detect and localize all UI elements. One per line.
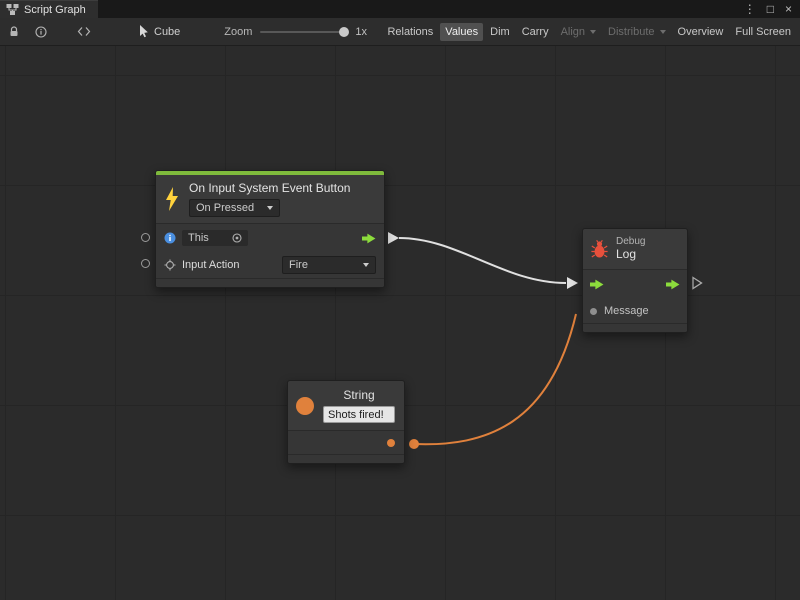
event-node-body: This Input Action Fire — [156, 223, 384, 278]
debug-flow-output-port[interactable] — [666, 279, 680, 290]
string-node-body — [288, 430, 404, 454]
relations-button[interactable]: Relations — [382, 23, 438, 41]
relations-label: Relations — [387, 26, 433, 38]
align-dropdown-button[interactable]: Align — [556, 23, 601, 41]
dim-button[interactable]: Dim — [485, 23, 515, 41]
flow-out-marker-icon[interactable] — [693, 278, 702, 289]
string-node-footer — [288, 454, 404, 463]
graph-toolbar: Cube Zoom 1x Relations Values Dim Carry … — [0, 18, 800, 46]
debug-node-title: Log — [616, 248, 645, 262]
string-node-header: String — [288, 381, 404, 430]
tab-script-graph[interactable]: Script Graph — [0, 0, 98, 18]
chevron-down-icon — [660, 30, 666, 34]
value-wire[interactable] — [414, 314, 576, 444]
event-node-title: On Input System Event Button — [189, 181, 350, 195]
carry-button[interactable]: Carry — [517, 23, 554, 41]
align-label: Align — [561, 26, 585, 38]
debug-flow-input-port[interactable] — [590, 279, 604, 290]
target-object-label[interactable]: Cube — [154, 26, 180, 38]
close-icon[interactable]: × — [785, 3, 792, 15]
distribute-dropdown-button[interactable]: Distribute — [603, 23, 670, 41]
info-badge-icon — [164, 232, 176, 244]
distribute-label: Distribute — [608, 26, 654, 38]
flow-wire[interactable] — [399, 238, 566, 283]
this-object-field[interactable]: This — [182, 230, 248, 246]
chevron-down-icon — [363, 263, 369, 267]
values-button[interactable]: Values — [440, 23, 483, 41]
window-titlebar: Script Graph ⋮ □ × — [0, 0, 800, 18]
event-type-value: On Pressed — [196, 202, 254, 214]
fullscreen-button[interactable]: Full Screen — [730, 23, 796, 41]
flow-wire-start-arrow[interactable] — [388, 232, 399, 244]
string-output-port[interactable] — [387, 439, 395, 447]
lock-icon[interactable] — [8, 26, 20, 38]
code-preview-icon[interactable] — [77, 26, 91, 37]
chevron-down-icon — [590, 30, 596, 34]
target-cursor-icon — [139, 25, 149, 38]
values-label: Values — [445, 26, 478, 38]
object-picker-icon[interactable] — [232, 233, 242, 243]
maximize-icon[interactable]: □ — [767, 3, 774, 15]
input-action-dropdown[interactable]: Fire — [282, 256, 376, 274]
chevron-down-icon — [267, 206, 273, 210]
input-action-row: Input Action Fire — [156, 252, 384, 278]
fullscreen-label: Full Screen — [735, 26, 791, 38]
bug-icon — [591, 240, 608, 259]
event-node-footer — [156, 278, 384, 287]
message-input-port[interactable] — [590, 308, 597, 315]
zoom-slider-handle[interactable] — [339, 27, 349, 37]
event-port-circle-this[interactable] — [141, 233, 150, 242]
zoom-value: 1x — [355, 26, 367, 38]
node-on-input-system-event-button[interactable]: On Input System Event Button On Pressed … — [155, 170, 385, 288]
string-type-icon — [296, 397, 314, 415]
lightning-icon — [164, 187, 180, 211]
node-debug-log[interactable]: Debug Log Message — [582, 228, 688, 333]
input-action-icon — [164, 259, 176, 271]
input-action-label: Input Action — [182, 259, 240, 271]
value-wire-start-dot[interactable] — [409, 439, 419, 449]
window-controls: ⋮ □ × — [744, 0, 800, 18]
event-type-dropdown[interactable]: On Pressed — [189, 199, 280, 217]
this-field-value: This — [188, 232, 209, 244]
toolbar-buttons: Relations Values Dim Carry Align Distrib… — [382, 23, 800, 41]
overview-label: Overview — [678, 26, 724, 38]
event-port-circle-action[interactable] — [141, 259, 150, 268]
this-port-row: This — [156, 224, 384, 252]
debug-flow-ports-row — [583, 269, 687, 299]
event-node-header: On Input System Event Button On Pressed — [156, 175, 384, 223]
input-action-value: Fire — [289, 259, 308, 271]
tab-title: Script Graph — [24, 4, 86, 16]
string-node-title: String — [343, 388, 374, 402]
zoom-label: Zoom — [224, 26, 252, 38]
message-port-label: Message — [604, 305, 649, 317]
debug-node-header: Debug Log — [583, 229, 687, 269]
info-icon[interactable] — [35, 26, 47, 38]
zoom-slider[interactable] — [260, 31, 346, 33]
string-value-input[interactable] — [323, 406, 395, 423]
debug-message-row: Message — [583, 299, 687, 323]
dim-label: Dim — [490, 26, 510, 38]
carry-label: Carry — [522, 26, 549, 38]
node-string-literal[interactable]: String — [287, 380, 405, 464]
overview-button[interactable]: Overview — [673, 23, 729, 41]
debug-node-footer — [583, 323, 687, 332]
flow-wire-end-arrow[interactable] — [567, 277, 578, 289]
event-flow-output-port[interactable] — [362, 233, 376, 244]
graph-icon — [6, 3, 19, 16]
menu-icon[interactable]: ⋮ — [744, 3, 756, 15]
